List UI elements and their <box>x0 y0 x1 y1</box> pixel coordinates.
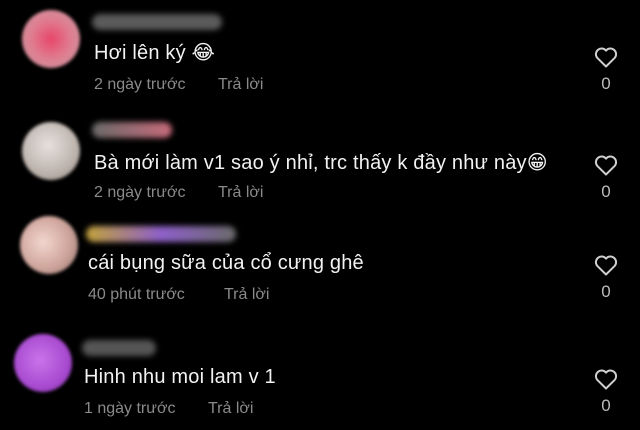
comment-timestamp: 40 phút trước <box>88 286 185 303</box>
reply-button[interactable]: Trả lời <box>218 76 263 94</box>
avatar[interactable] <box>14 334 72 392</box>
heart-icon[interactable] <box>594 46 618 68</box>
heart-icon[interactable] <box>594 154 618 176</box>
heart-icon[interactable] <box>594 368 618 390</box>
comment-timestamp: 2 ngày trước <box>94 76 186 93</box>
reply-button[interactable]: Trả lời <box>208 400 253 418</box>
heart-icon[interactable] <box>594 254 618 276</box>
username-blurred[interactable] <box>92 122 172 138</box>
like-count: 0 <box>601 74 611 93</box>
comment-text: Hinh nhu moi lam v 1 <box>84 366 276 388</box>
username-blurred[interactable] <box>82 340 156 356</box>
avatar[interactable] <box>22 122 80 180</box>
avatar[interactable] <box>20 216 78 274</box>
comment-timestamp: 1 ngày trước <box>84 400 176 417</box>
username-blurred[interactable] <box>92 14 222 30</box>
avatar[interactable] <box>22 10 80 68</box>
like-count: 0 <box>601 282 611 301</box>
comment-timestamp: 2 ngày trước <box>94 184 186 201</box>
like-count: 0 <box>601 396 611 415</box>
username-blurred[interactable] <box>86 226 236 242</box>
like-count: 0 <box>601 182 611 201</box>
comment-item: Hinh nhu moi lam v 1 1 ngày trước Trả lờ… <box>0 328 640 428</box>
comment-text: cái bụng sữa của cổ cưng ghê <box>88 252 364 274</box>
comment-item: Bà mới làm v1 sao ý nhỉ, trc thấy k đầy … <box>0 110 640 210</box>
reply-button[interactable]: Trả lời <box>224 286 269 304</box>
reply-button[interactable]: Trả lời <box>218 184 263 202</box>
comment-text: Hơi lên ký 😂 <box>94 42 216 64</box>
comment-text: Bà mới làm v1 sao ý nhỉ, trc thấy k đầy … <box>94 152 548 174</box>
comment-item: cái bụng sữa của cổ cưng ghê 40 phút trư… <box>0 212 640 312</box>
comment-item: Hơi lên ký 😂 2 ngày trước Trả lời 0 <box>0 0 640 100</box>
